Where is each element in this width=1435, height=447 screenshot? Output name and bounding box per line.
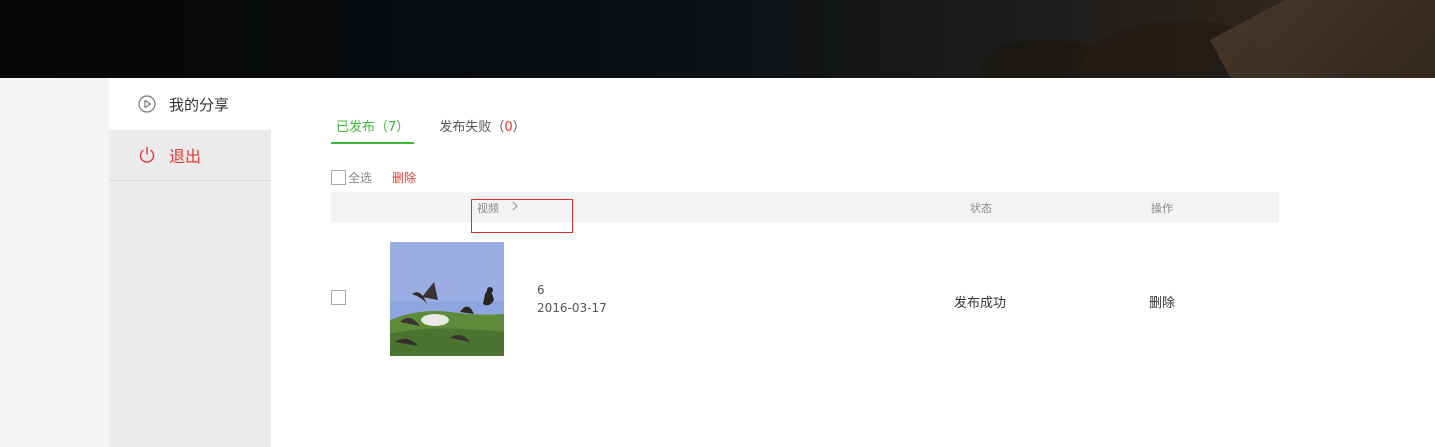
play-circle-icon [137, 94, 157, 114]
bulk-actions: 全选 删除 [331, 169, 416, 186]
video-title[interactable]: 6 [537, 283, 545, 297]
select-all-label[interactable]: 全选 [348, 169, 372, 186]
sidebar-item-label: 退出 [169, 147, 202, 166]
row-checkbox[interactable] [331, 290, 346, 305]
bulk-delete-button[interactable]: 删除 [392, 169, 416, 186]
power-icon [137, 145, 157, 165]
video-date: 2016-03-17 [537, 301, 607, 315]
sidebar: 我的分享 退出 [109, 78, 271, 447]
sidebar-item-logout[interactable]: 退出 [109, 130, 271, 181]
row-delete-button[interactable]: 删除 [1149, 292, 1175, 311]
tab-failed-label: 发布失败（ [439, 120, 505, 135]
tab-published[interactable]: 已发布（7） [331, 116, 415, 144]
tab-bar: 已发布（7） 发布失败（0） [331, 116, 551, 144]
left-gutter [0, 78, 109, 447]
sidebar-item-my-shares[interactable]: 我的分享 [109, 78, 271, 130]
tab-failed-count: 0 [504, 120, 513, 135]
column-header-status: 状态 [970, 202, 992, 215]
status-text: 发布成功 [954, 296, 1007, 311]
highlight-box [471, 199, 573, 233]
table-row: 6 2016-03-17 发布成功 删除 [331, 242, 1279, 356]
tab-published-label: 已发布（ [336, 120, 389, 135]
column-header-ops: 操作 [1151, 202, 1173, 215]
sidebar-item-label: 我的分享 [169, 95, 230, 114]
main-content: 已发布（7） 发布失败（0） 全选 删除 视频 状态 操作 6 2016-03-… [271, 78, 1435, 447]
video-thumbnail[interactable] [390, 242, 504, 356]
tab-failed-close: ） [512, 120, 526, 135]
tab-failed[interactable]: 发布失败（0） [434, 116, 530, 144]
select-all-checkbox[interactable] [331, 170, 346, 185]
header-banner [0, 0, 1435, 78]
tab-published-close: ） [396, 120, 410, 135]
